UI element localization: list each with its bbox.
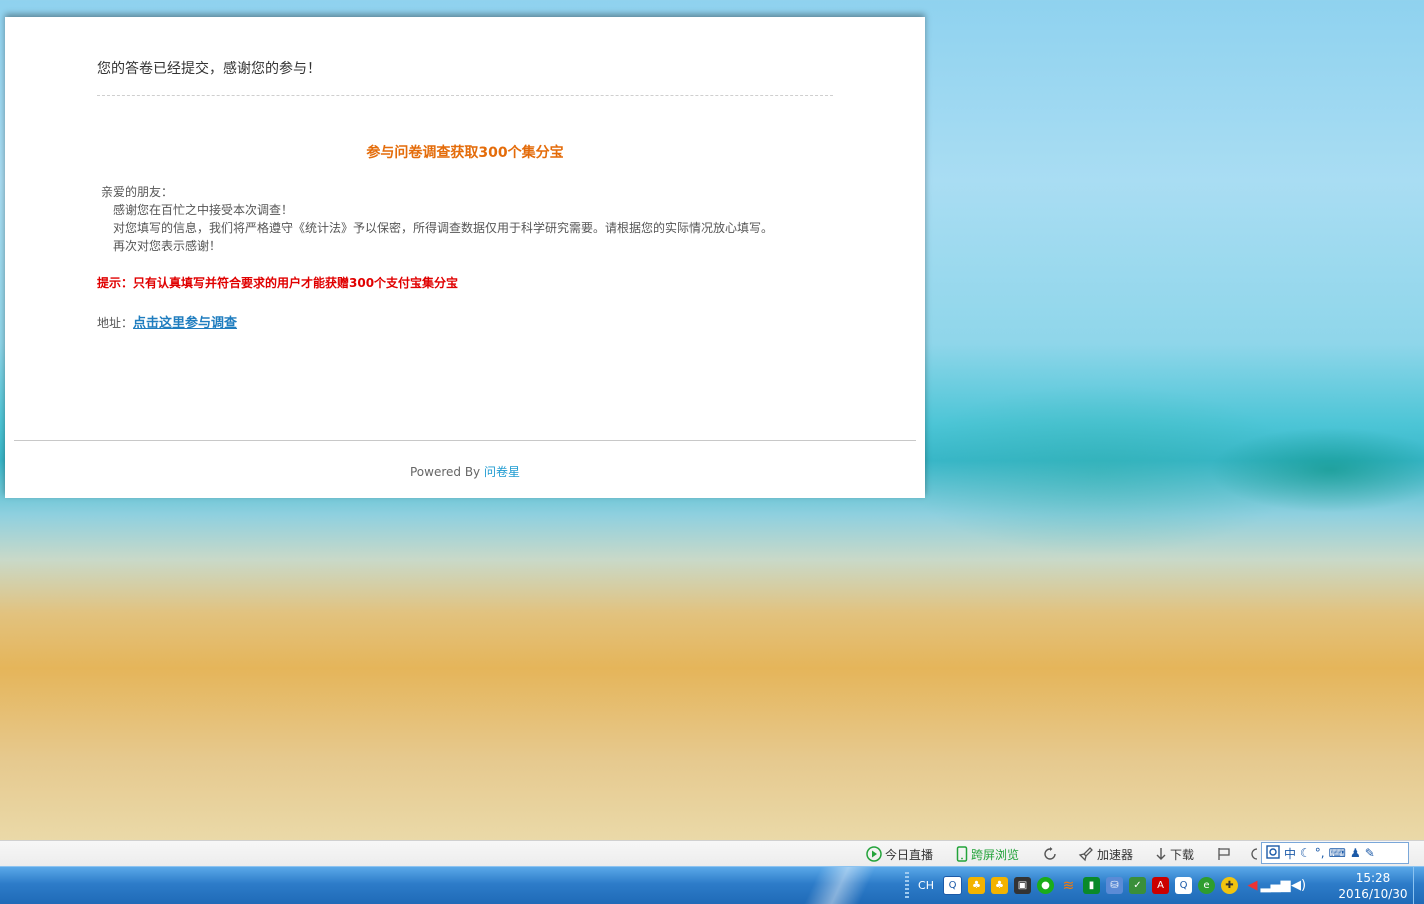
app-tray-icon[interactable]: ▣ xyxy=(1014,877,1031,894)
survey-title: 参与问卷调查获取300个集分宝 xyxy=(366,145,564,161)
tip-text: 提示：只有认真填写并符合要求的用户才能获赠300个支付宝集分宝 xyxy=(97,276,459,290)
live-button[interactable]: 今日直播 xyxy=(866,845,933,863)
survey-link[interactable]: 点击这里参与调查 xyxy=(133,316,237,331)
guard-icon[interactable]: ✚ xyxy=(1221,877,1238,894)
survey-complete-panel: 您的答卷已经提交，感谢您的参与！ 参与问卷调查获取300个集分宝 亲爱的朋友： … xyxy=(5,17,925,498)
extra-icon[interactable] xyxy=(1248,845,1258,863)
feedback-button[interactable] xyxy=(1217,845,1231,863)
punctuation-icon[interactable]: °, xyxy=(1315,846,1325,860)
cross-screen-button[interactable]: 跨屏浏览 xyxy=(956,845,1019,863)
volume-icon[interactable]: ◀) xyxy=(1290,877,1307,894)
wrench-icon[interactable]: ✎ xyxy=(1365,846,1375,860)
play-circle-icon xyxy=(866,846,882,862)
powered-by-text: Powered By xyxy=(409,465,481,479)
intro-line-2: 对您填写的信息，我们将严格遵守《统计法》予以保密，所得调查数据仅用于科学研究需要… xyxy=(113,221,774,235)
language-indicator[interactable]: CH xyxy=(915,879,937,892)
ime-mode-toggle[interactable]: 中 xyxy=(1284,845,1296,862)
clock-date: 2016/10/30 xyxy=(1338,887,1408,901)
ime-tray-icon[interactable]: Q xyxy=(943,876,962,895)
ime-q-icon[interactable]: Q xyxy=(1175,877,1192,894)
moon-icon[interactable]: ☾ xyxy=(1300,846,1311,860)
download-label: 下载 xyxy=(1170,847,1195,862)
system-tray: CH Q ♣ ♣ ▣ ● ≋ ▮ ⛁ ✓ A Q e ✚ ◀ ▂▄▆ ◀) xyxy=(905,867,1307,904)
partial-circle-icon xyxy=(1251,848,1258,860)
ime-logo-icon[interactable] xyxy=(1266,844,1280,862)
download-arrow-icon xyxy=(1156,848,1166,860)
flag-icon xyxy=(1218,848,1230,860)
address-label: 地址： xyxy=(97,316,134,330)
live-label: 今日直播 xyxy=(885,847,934,862)
user-icon[interactable]: ♟ xyxy=(1350,846,1361,860)
security-check-icon[interactable]: ✓ xyxy=(1129,877,1146,894)
tray-grip xyxy=(905,871,909,900)
phone-icon xyxy=(956,846,968,862)
cross-screen-label: 跨屏浏览 xyxy=(971,847,1020,862)
battery-monitor-icon[interactable]: ▮ xyxy=(1083,877,1100,894)
brand-link[interactable]: 问卷星 xyxy=(484,465,520,479)
ime-toolbar: 中 ☾ °, ⌨ ♟ ✎ xyxy=(1261,842,1409,864)
accelerator-button[interactable]: 加速器 xyxy=(1078,845,1133,863)
mute-icon[interactable]: ◀ xyxy=(1244,877,1261,894)
qq-icon-2[interactable]: ♣ xyxy=(991,877,1008,894)
refresh-icon xyxy=(1044,847,1056,860)
network-share-icon[interactable]: ⛁ xyxy=(1106,877,1123,894)
submitted-message: 您的答卷已经提交，感谢您的参与！ xyxy=(97,61,321,77)
rocket-icon xyxy=(1078,847,1093,862)
windows-taskbar: CH Q ♣ ♣ ▣ ● ≋ ▮ ⛁ ✓ A Q e ✚ ◀ ▂▄▆ ◀) 15… xyxy=(0,866,1424,904)
dashed-divider xyxy=(97,95,833,96)
system-clock[interactable]: 15:28 2016/10/30 xyxy=(1332,867,1414,904)
accelerator-label: 加速器 xyxy=(1097,847,1134,862)
wifi-icon[interactable]: ≋ xyxy=(1060,877,1077,894)
keyboard-icon[interactable]: ⌨ xyxy=(1329,846,1346,860)
history-button[interactable] xyxy=(1042,845,1058,863)
address-row: 地址：点击这里参与调查 xyxy=(97,312,237,331)
clock-time: 15:28 xyxy=(1355,871,1391,885)
browser-status-bar: 今日直播 跨屏浏览 加速器 下载 xyxy=(0,840,1424,867)
antivirus-icon[interactable]: e xyxy=(1198,877,1215,894)
wechat-icon[interactable]: ● xyxy=(1037,877,1054,894)
signal-bars-icon[interactable]: ▂▄▆ xyxy=(1261,877,1291,894)
intro-line-3: 再次对您表示感谢！ xyxy=(113,239,222,253)
download-button[interactable]: 下载 xyxy=(1155,845,1194,863)
show-desktop-button[interactable] xyxy=(1413,867,1424,904)
taskbar-shine xyxy=(780,867,900,904)
footer-divider xyxy=(14,440,916,441)
powered-by: Powered By 问卷星 xyxy=(5,463,925,480)
pdf-reader-icon[interactable]: A xyxy=(1152,877,1169,894)
intro-line-1: 感谢您在百忙之中接受本次调查！ xyxy=(113,203,294,217)
qq-icon[interactable]: ♣ xyxy=(968,877,985,894)
greeting: 亲爱的朋友： xyxy=(101,185,174,199)
survey-intro: 亲爱的朋友： 感谢您在百忙之中接受本次调查！ 对您填写的信息，我们将严格遵守《统… xyxy=(101,183,773,255)
